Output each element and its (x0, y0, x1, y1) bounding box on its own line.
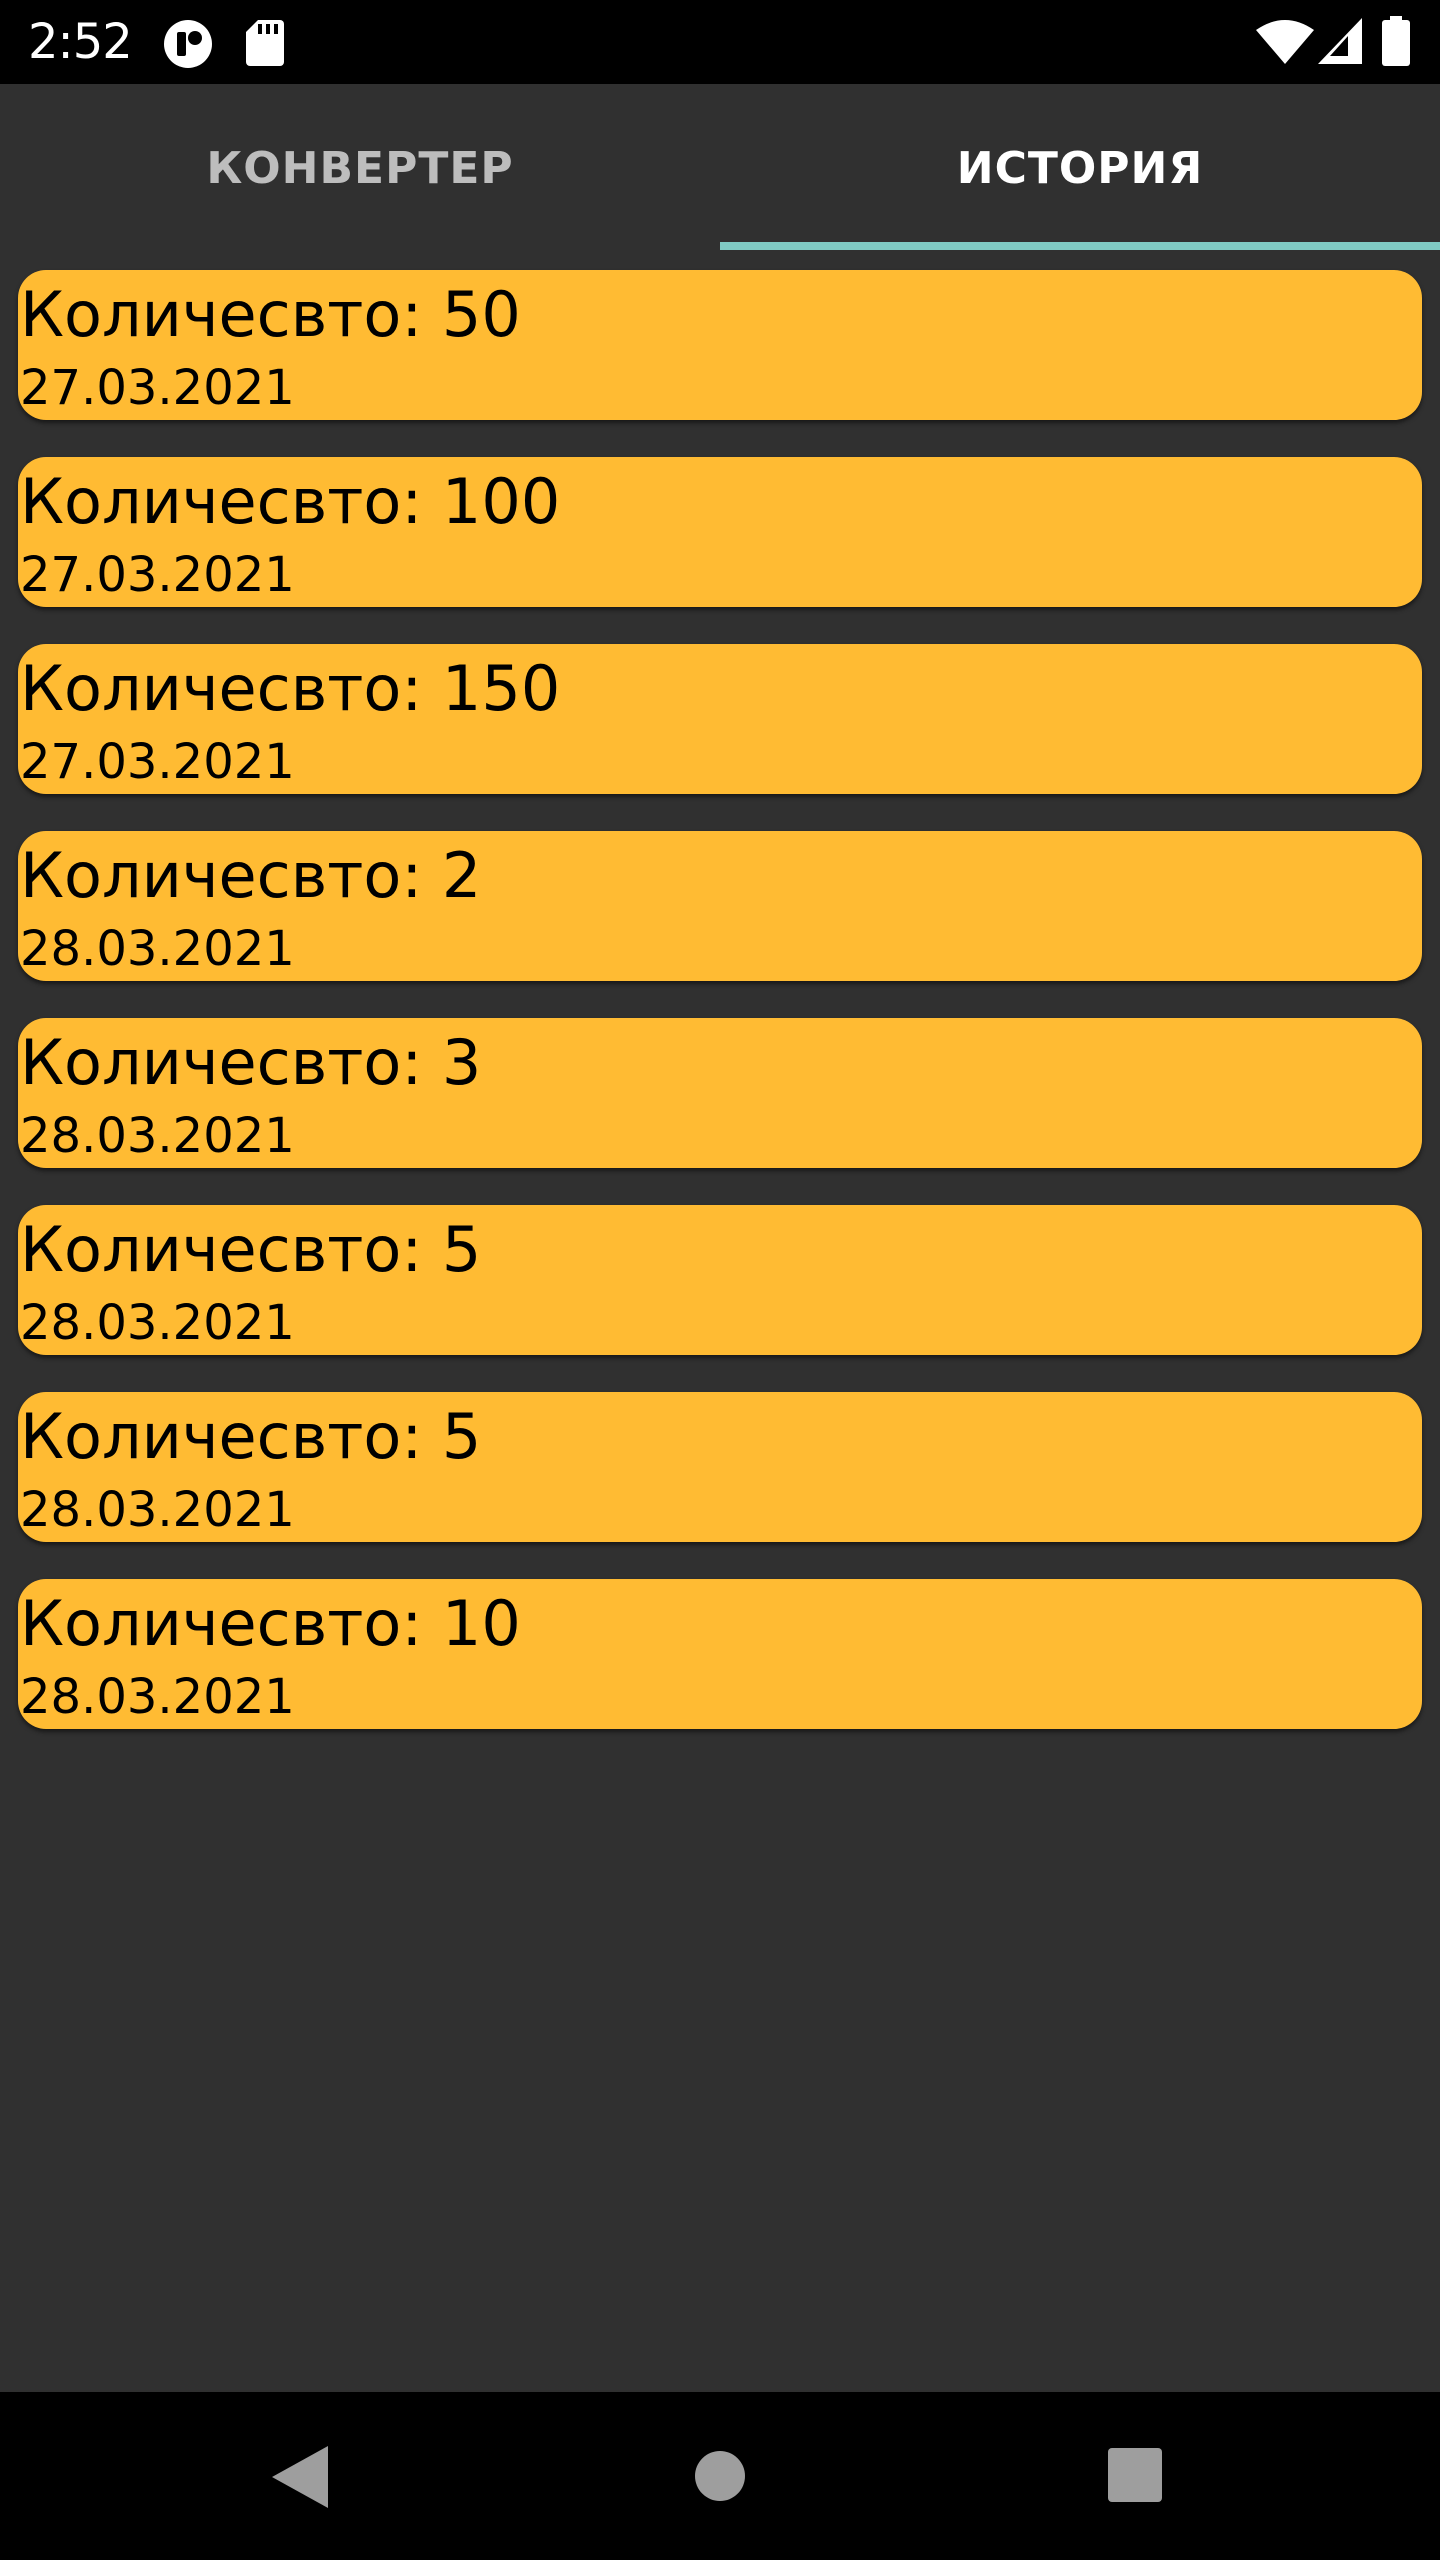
history-list[interactable]: Количесвто: 50 27.03.2021 Количесвто: 10… (18, 270, 1422, 1766)
tab-converter[interactable]: КОНВЕРТЕР (0, 84, 720, 252)
list-item[interactable]: Количесвто: 3 28.03.2021 (18, 1018, 1422, 1168)
item-amount: Количесвто: 100 (20, 465, 561, 538)
status-time: 2:52 (28, 14, 133, 70)
item-amount: Количесвто: 5 (20, 1400, 482, 1473)
item-date: 28.03.2021 (20, 1669, 295, 1725)
item-amount: Количесвто: 2 (20, 839, 482, 912)
wifi-icon (1256, 20, 1314, 64)
tab-selected-indicator (720, 242, 1440, 250)
item-amount: Количесвто: 150 (20, 652, 561, 725)
status-bar: 2:52 (0, 0, 1440, 84)
item-date: 28.03.2021 (20, 1108, 295, 1164)
tab-bar: КОНВЕРТЕР ИСТОРИЯ (0, 84, 1440, 252)
back-icon[interactable] (272, 2446, 328, 2508)
item-date: 27.03.2021 (20, 360, 295, 416)
item-date: 27.03.2021 (20, 734, 295, 790)
item-amount: Количесвто: 50 (20, 278, 521, 351)
signal-icon (1318, 18, 1362, 64)
list-item[interactable]: Количесвто: 5 28.03.2021 (18, 1205, 1422, 1355)
battery-icon (1382, 16, 1410, 66)
item-amount: Количесвто: 3 (20, 1026, 482, 1099)
app-notification-icon (164, 20, 212, 68)
item-amount: Количесвто: 5 (20, 1213, 482, 1286)
home-icon[interactable] (694, 2450, 746, 2502)
navigation-bar (0, 2392, 1440, 2560)
list-item[interactable]: Количесвто: 2 28.03.2021 (18, 831, 1422, 981)
list-item[interactable]: Количесвто: 5 28.03.2021 (18, 1392, 1422, 1542)
item-date: 28.03.2021 (20, 1482, 295, 1538)
item-date: 28.03.2021 (20, 921, 295, 977)
recents-icon[interactable] (1108, 2448, 1162, 2502)
list-item[interactable]: Количесвто: 100 27.03.2021 (18, 457, 1422, 607)
list-item[interactable]: Количесвто: 10 28.03.2021 (18, 1579, 1422, 1729)
item-date: 27.03.2021 (20, 547, 295, 603)
list-item[interactable]: Количесвто: 150 27.03.2021 (18, 644, 1422, 794)
item-amount: Количесвто: 10 (20, 1587, 521, 1660)
item-date: 28.03.2021 (20, 1295, 295, 1351)
sd-card-icon (246, 20, 284, 66)
tab-history[interactable]: ИСТОРИЯ (720, 84, 1440, 252)
list-item[interactable]: Количесвто: 50 27.03.2021 (18, 270, 1422, 420)
